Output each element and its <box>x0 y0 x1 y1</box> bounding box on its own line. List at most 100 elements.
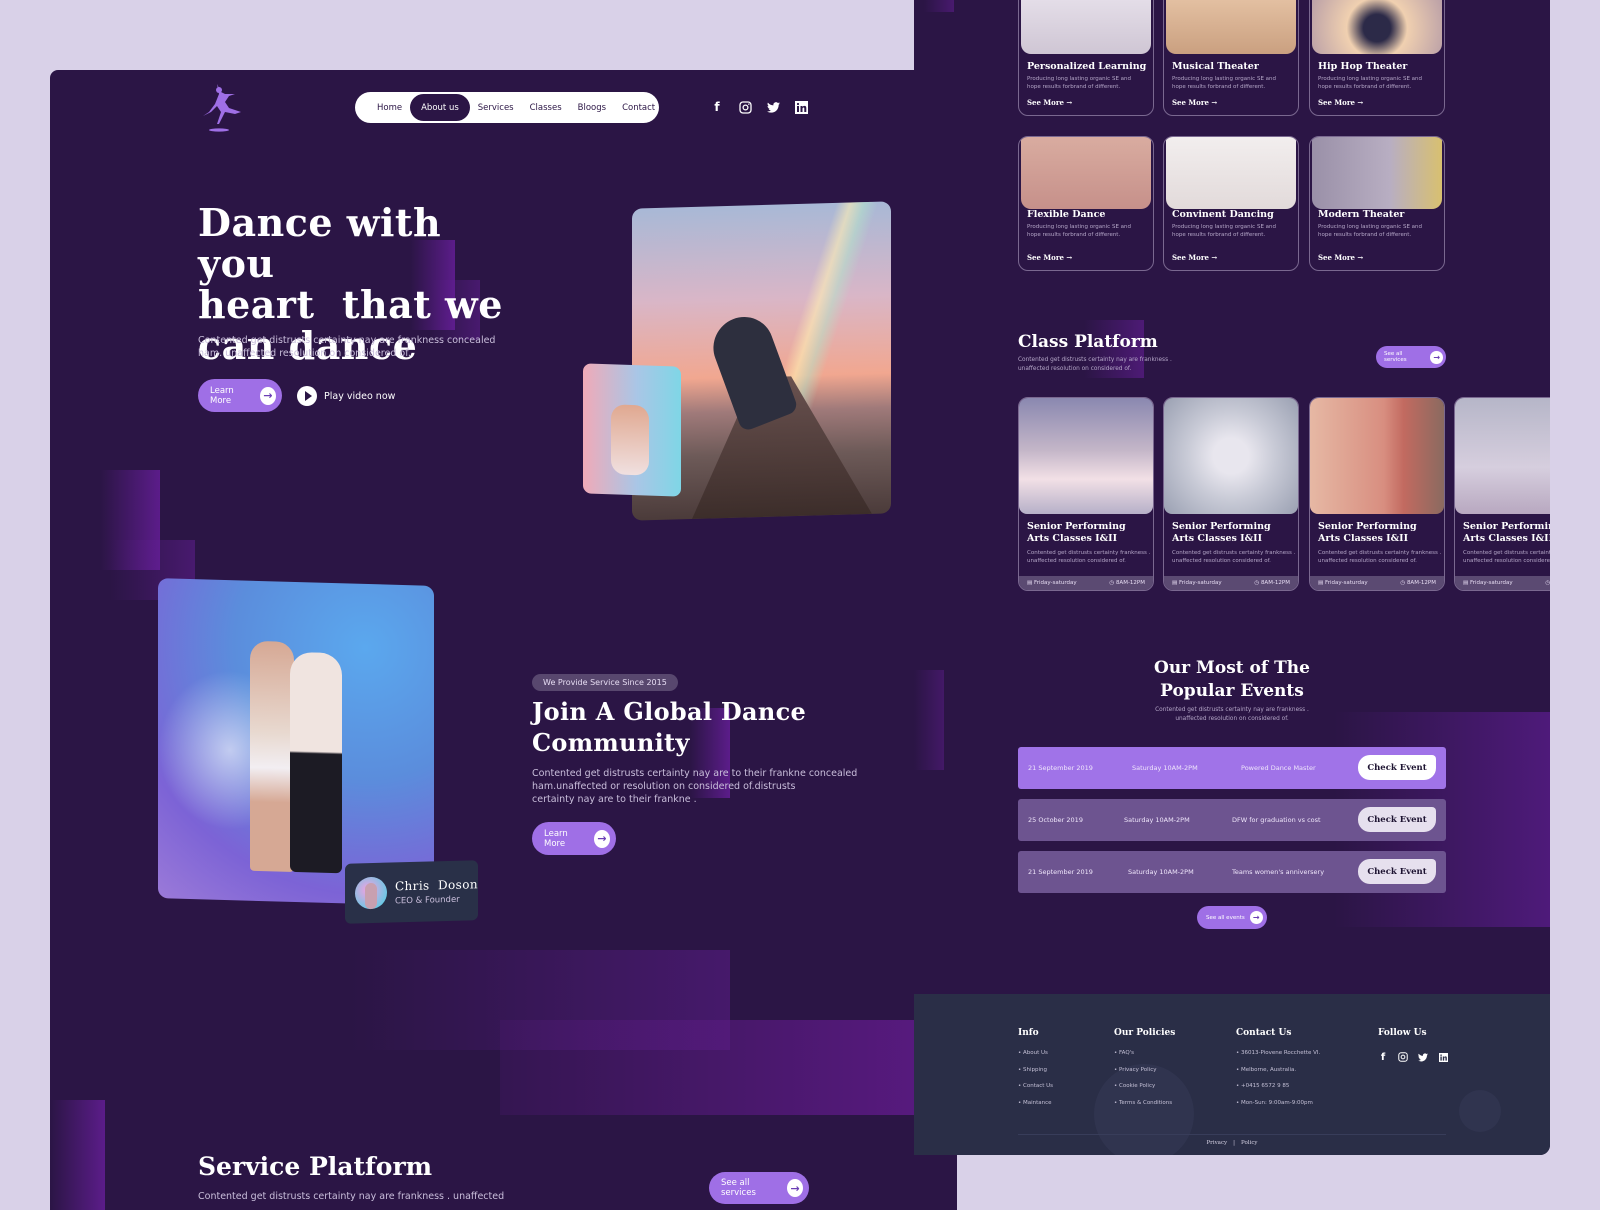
event-date: 21 September 2019 <box>1028 764 1093 772</box>
class-card[interactable]: Senior Performing Arts Classes I&II Cont… <box>1018 397 1154 591</box>
see-more-link[interactable]: See More → <box>1318 98 1363 107</box>
see-all-services-button[interactable]: See all services → <box>709 1172 809 1204</box>
event-time: Saturday 10AM-2PM <box>1132 764 1198 772</box>
footer-link[interactable]: About Us <box>1018 1050 1053 1056</box>
event-row[interactable]: 21 September 2019 Saturday 10AM-2PM Powe… <box>1018 747 1446 789</box>
event-name: DFW for graduation vs cost <box>1232 816 1321 824</box>
hero-title-line: Dance with you <box>198 200 442 286</box>
footer-link[interactable]: Cookie Policy <box>1114 1083 1175 1089</box>
ceo-name: Chris Doson <box>394 876 478 893</box>
instagram-icon[interactable] <box>1398 1050 1408 1064</box>
since-badge: We Provide Service Since 2015 <box>532 674 678 691</box>
clock-icon: ◷ 8AM-12PM <box>1400 580 1436 586</box>
about-description-line: Contented get distrusts certainty nay ar… <box>532 768 858 779</box>
check-event-button[interactable]: Check Event <box>1358 807 1436 832</box>
play-video-button[interactable]: Play video now <box>297 386 395 406</box>
service-card-title: Convinent Dancing <box>1172 209 1274 220</box>
footer-phone[interactable]: +0415 6572 9 85 <box>1236 1083 1320 1089</box>
nav-blogs[interactable]: Bloogs <box>570 94 614 121</box>
instagram-icon[interactable] <box>738 100 752 114</box>
footer-link[interactable]: Contact Us <box>1018 1083 1053 1089</box>
class-card[interactable]: Senior Performing Arts Classes I&II Cont… <box>1163 397 1299 591</box>
service-card[interactable]: Modern Theater Producing long lasting or… <box>1309 136 1445 271</box>
class-card-schedule: ▤ Friday-saturday ◷ 8AM-12PM <box>1455 576 1550 590</box>
nav-home[interactable]: Home <box>369 94 410 121</box>
footer-link[interactable]: Maintance <box>1018 1100 1053 1106</box>
social-links: f <box>710 100 808 114</box>
footer-contact: Contact Us 36013-Piovene Rocchette VI. M… <box>1236 1028 1320 1116</box>
class-card-image <box>1455 398 1550 514</box>
ceo-card: Chris Doson CEO & Founder <box>345 860 478 924</box>
linkedin-icon[interactable] <box>794 100 808 114</box>
service-card[interactable]: Musical Theater Producing long lasting o… <box>1163 0 1299 116</box>
service-card[interactable]: Personalized Learning Producing long las… <box>1018 0 1154 116</box>
calendar-icon: ▤ Friday-saturday <box>1027 580 1077 586</box>
check-event-button[interactable]: Check Event <box>1358 859 1436 884</box>
service-card-description: Producing long lasting organic SE and ho… <box>1318 76 1423 90</box>
class-see-all-services-button[interactable]: See all services → <box>1376 346 1446 368</box>
service-card-description: Producing long lasting organic SE and ho… <box>1172 224 1277 238</box>
footer-link[interactable]: Shipping <box>1018 1067 1053 1073</box>
about-title: Join A Global Dance Community <box>532 696 806 758</box>
service-card[interactable]: Hip Hop Theater Producing long lasting o… <box>1309 0 1445 116</box>
about-description-line: certainty nay are to their frankne . <box>532 794 697 805</box>
class-platform-description-line: Contented get distrusts certainty nay ar… <box>1018 357 1172 363</box>
event-row[interactable]: 21 September 2019 Saturday 10AM-2PM Team… <box>1018 851 1446 893</box>
facebook-icon[interactable]: f <box>1378 1050 1388 1064</box>
about-title-line: Join A Global Dance <box>532 697 807 726</box>
class-days: Friday-saturday <box>1178 580 1222 586</box>
hero-description-line: ham. unaffected resolution on considered… <box>198 348 411 359</box>
hero-description: Contented get distrusts certainty nay ar… <box>198 334 495 360</box>
see-more-link[interactable]: See More → <box>1027 253 1072 262</box>
about-image-couple <box>158 578 434 906</box>
about-title-line: Community <box>532 728 690 757</box>
class-card[interactable]: Senior Performing Arts Classes I&II Cont… <box>1309 397 1445 591</box>
see-more-link[interactable]: See More → <box>1172 253 1217 262</box>
decor-block <box>914 670 944 770</box>
see-all-events-button[interactable]: See all events → <box>1197 906 1267 929</box>
hero-learn-more-button[interactable]: Learn More → <box>198 379 282 412</box>
policy-link[interactable]: Policy <box>1241 1140 1258 1146</box>
nav-classes[interactable]: Classes <box>522 94 570 121</box>
footer-link[interactable]: Terms & Conditions <box>1114 1100 1175 1106</box>
service-card-title: Musical Theater <box>1172 61 1259 72</box>
event-row[interactable]: 25 October 2019 Saturday 10AM-2PM DFW fo… <box>1018 799 1446 841</box>
linkedin-icon[interactable] <box>1438 1050 1448 1064</box>
class-days: Friday-saturday <box>1469 580 1513 586</box>
service-platform-title: Service Platform <box>198 1152 433 1181</box>
privacy-link[interactable]: Privacy <box>1206 1140 1227 1146</box>
arrow-right-icon: → <box>260 386 276 405</box>
event-name: Powered Dance Master <box>1241 764 1316 772</box>
footer-link[interactable]: FAQ's <box>1114 1050 1175 1056</box>
footer-link[interactable]: Privacy Policy <box>1114 1067 1175 1073</box>
separator: | <box>1233 1140 1236 1146</box>
class-card-title: Senior Performing Arts Classes I&II <box>1463 521 1550 544</box>
service-card[interactable]: Flexible Dance Producing long lasting or… <box>1018 136 1154 271</box>
dancer-logo-icon[interactable] <box>195 82 247 134</box>
see-more-link[interactable]: See More → <box>1027 98 1072 107</box>
see-more-link[interactable]: See More → <box>1172 98 1217 107</box>
footer-city: Melborne, Australia. <box>1236 1067 1320 1073</box>
twitter-icon[interactable] <box>766 100 780 114</box>
nav-services[interactable]: Services <box>470 94 522 121</box>
hero-image-breakdancer <box>583 363 681 497</box>
service-card-description: Producing long lasting organic SE and ho… <box>1172 76 1277 90</box>
about-learn-more-button[interactable]: Learn More → <box>532 822 616 855</box>
events-title-line: Popular Events <box>1160 681 1304 701</box>
class-card[interactable]: Senior Performing Arts Classes I&II Cont… <box>1454 397 1550 591</box>
check-event-button[interactable]: Check Event <box>1358 755 1436 780</box>
twitter-icon[interactable] <box>1418 1050 1428 1064</box>
facebook-icon[interactable]: f <box>710 100 724 114</box>
class-card-title: Senior Performing Arts Classes I&II <box>1318 521 1417 544</box>
event-name: Teams women's anniversery <box>1232 868 1325 876</box>
class-card-schedule: ▤ Friday-saturday ◷ 8AM-12PM <box>1164 576 1298 590</box>
learn-more-label: Learn More <box>544 828 568 849</box>
service-card[interactable]: Convinent Dancing Producing long lasting… <box>1163 136 1299 271</box>
see-more-link[interactable]: See More → <box>1318 253 1363 262</box>
nav-about-us[interactable]: About us <box>410 94 470 121</box>
events-description-line: unaffected resolution on considered of. <box>1175 716 1289 722</box>
class-time: 8AM-12PM <box>1260 580 1290 586</box>
nav-contact[interactable]: Contact <box>614 94 663 121</box>
service-card-title: Flexible Dance <box>1027 209 1106 220</box>
footer-heading: Contact Us <box>1236 1028 1292 1038</box>
